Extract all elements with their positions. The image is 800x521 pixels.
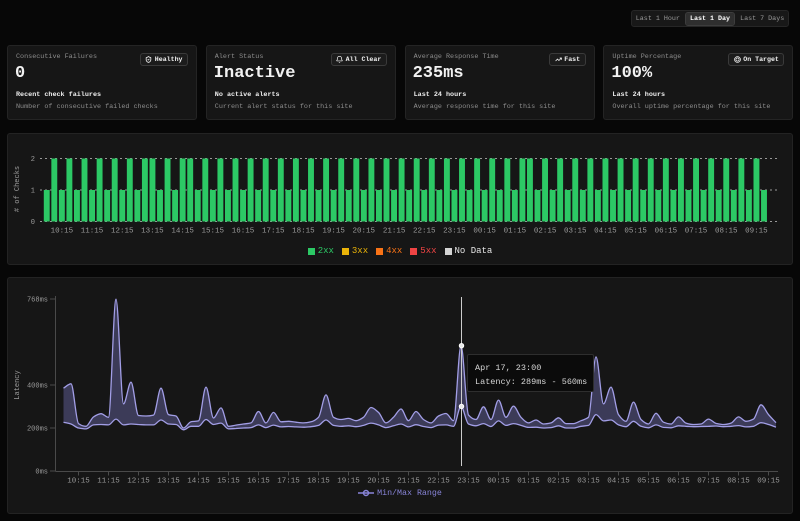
svg-text:16:15: 16:15 bbox=[247, 478, 270, 486]
svg-text:400ms: 400ms bbox=[27, 383, 48, 391]
svg-text:21:15: 21:15 bbox=[397, 478, 420, 486]
svg-text:02:15: 02:15 bbox=[547, 478, 570, 486]
svg-text:22:15: 22:15 bbox=[427, 478, 450, 486]
svg-text:11:15: 11:15 bbox=[97, 478, 120, 486]
svg-text:06:15: 06:15 bbox=[667, 478, 690, 486]
svg-text:13:15: 13:15 bbox=[157, 478, 180, 486]
svg-text:03:15: 03:15 bbox=[577, 478, 600, 486]
svg-text:10:15: 10:15 bbox=[67, 478, 90, 486]
svg-text:20:15: 20:15 bbox=[367, 478, 390, 486]
svg-text:17:15: 17:15 bbox=[277, 478, 300, 486]
svg-text:01:15: 01:15 bbox=[517, 478, 540, 486]
svg-text:00:15: 00:15 bbox=[487, 478, 510, 486]
svg-text:09:15: 09:15 bbox=[757, 478, 780, 486]
svg-text:07:15: 07:15 bbox=[697, 478, 720, 486]
svg-text:04:15: 04:15 bbox=[607, 478, 630, 486]
svg-text:18:15: 18:15 bbox=[307, 478, 330, 486]
svg-text:Latency: Latency bbox=[14, 370, 22, 399]
svg-text:19:15: 19:15 bbox=[337, 478, 360, 486]
svg-text:768ms: 768ms bbox=[27, 297, 48, 305]
svg-text:12:15: 12:15 bbox=[127, 478, 150, 486]
svg-text:14:15: 14:15 bbox=[187, 478, 210, 486]
svg-text:23:15: 23:15 bbox=[457, 478, 480, 486]
svg-text:200ms: 200ms bbox=[27, 426, 48, 434]
svg-text:0ms: 0ms bbox=[35, 469, 48, 477]
svg-text:15:15: 15:15 bbox=[217, 478, 240, 486]
svg-text:08:15: 08:15 bbox=[727, 478, 750, 486]
svg-text:05:15: 05:15 bbox=[637, 478, 660, 486]
